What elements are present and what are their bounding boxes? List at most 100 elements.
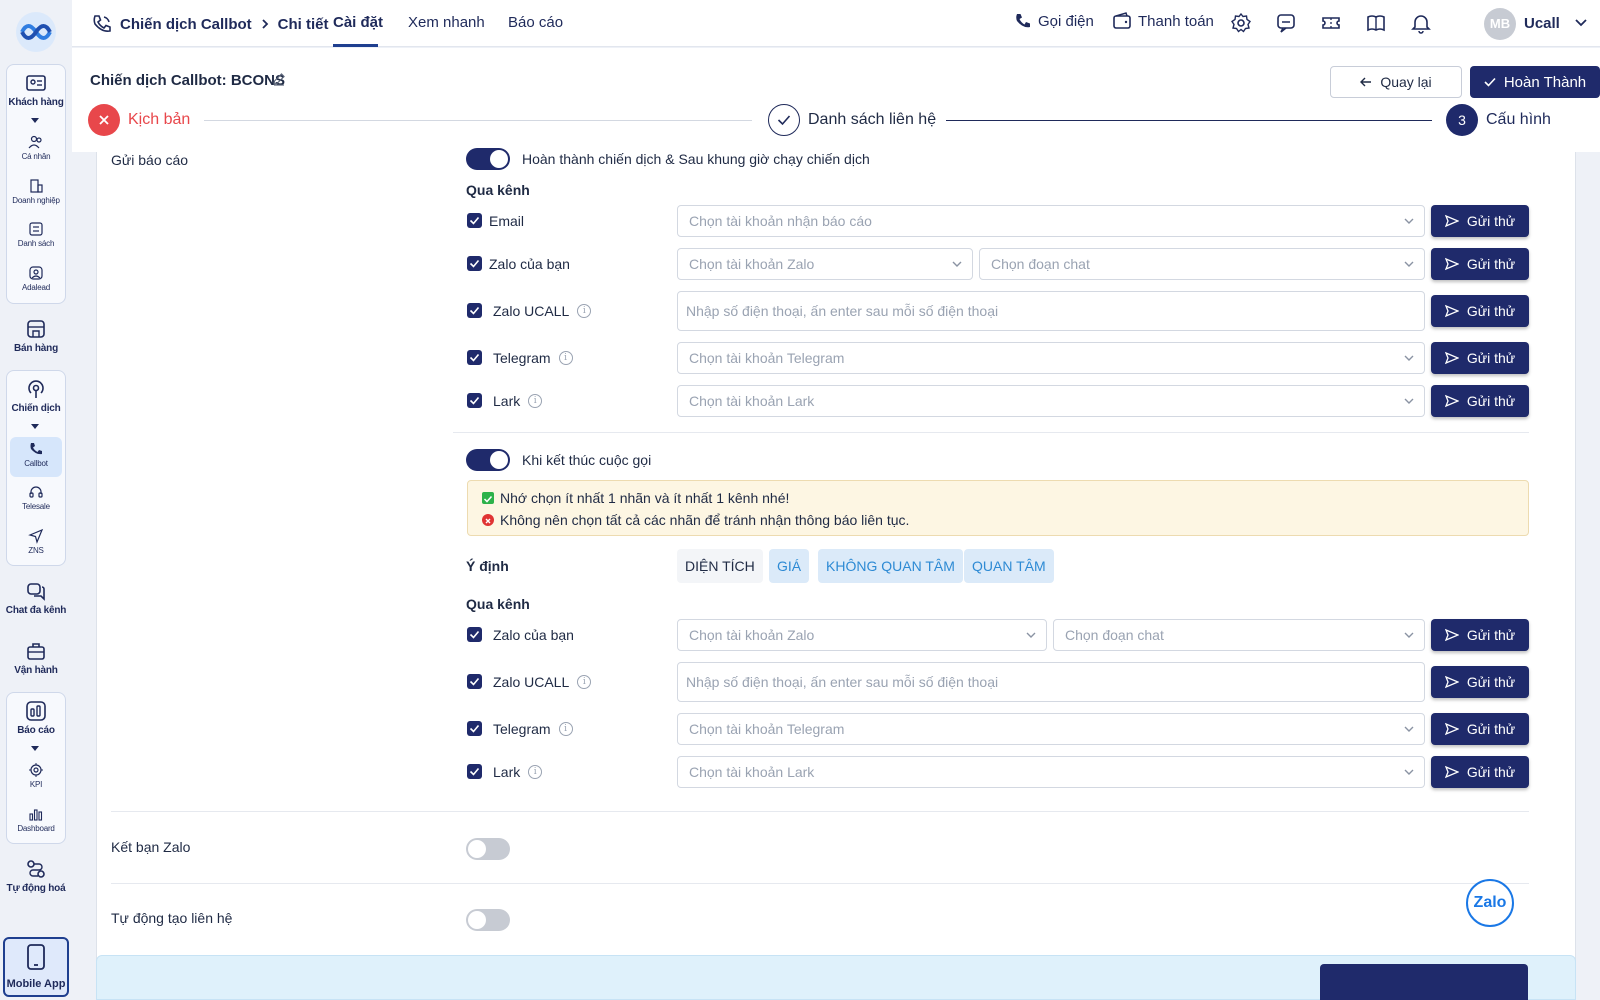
phone-call-icon <box>93 15 111 33</box>
intent-tag[interactable]: QUAN TÂM <box>964 549 1054 583</box>
gear-icon[interactable] <box>1230 12 1252 34</box>
sidebar-item-mobile-app[interactable]: Mobile App <box>3 937 69 997</box>
lark-send-test-button[interactable]: Gửi thử <box>1431 385 1529 417</box>
telegram-account-select[interactable]: Chọn tài khoản Telegram <box>677 713 1425 745</box>
input-placeholder: Nhập số điện thoại, ấn enter sau mỗi số … <box>686 674 999 690</box>
next-section-button[interactable] <box>1320 964 1528 1000</box>
ucall-logo-icon[interactable] <box>14 10 58 54</box>
breadcrumb-campaign-link[interactable]: Chiến dịch Callbot <box>120 16 252 33</box>
check-icon <box>1484 77 1496 87</box>
ticket-icon[interactable] <box>1320 12 1342 34</box>
sidebar-item-kpi[interactable]: KPI <box>0 762 72 789</box>
telegram-checkbox[interactable] <box>467 350 482 365</box>
chevron-down-icon[interactable] <box>31 746 39 751</box>
sidebar-item-individual[interactable]: Cá nhân <box>0 134 72 161</box>
sidebar-item-campaign[interactable]: Chiến dịch <box>0 378 72 414</box>
breadcrumb-current: Chi tiết <box>277 15 329 33</box>
zalo-own-checkbox[interactable] <box>467 256 482 271</box>
sidebar-item-zns[interactable]: ZNS <box>0 528 72 555</box>
info-icon[interactable]: i <box>558 722 573 736</box>
zalo-ucall-send-test-button[interactable]: Gửi thử <box>1431 295 1529 327</box>
zalo-chat-widget[interactable]: Zalo <box>1466 879 1514 927</box>
info-icon[interactable]: i <box>558 351 573 365</box>
sidebar-item-dashboard[interactable]: Dashboard <box>0 806 72 833</box>
zalo-own-send-test-button[interactable]: Gửi thử <box>1431 619 1529 651</box>
lark-send-test-button[interactable]: Gửi thử <box>1431 756 1529 788</box>
sidebar-item-adalead[interactable]: Adalead <box>0 265 72 292</box>
payment-button[interactable]: Thanh toán <box>1112 12 1214 30</box>
email-send-test-button[interactable]: Gửi thử <box>1431 205 1529 237</box>
intent-tag[interactable]: DIỆN TÍCH <box>677 549 763 583</box>
call-end-toggle[interactable] <box>466 449 510 471</box>
zalo-account-select[interactable]: Chọn tài khoản Zalo <box>677 619 1047 651</box>
sidebar-item-omnichat[interactable]: Chat đa kênh <box>0 580 72 616</box>
pencil-icon[interactable] <box>272 72 286 86</box>
step-config[interactable]: 3 Cấu hình <box>1446 104 1551 136</box>
select-placeholder: Chọn tài khoản Telegram <box>689 350 845 366</box>
send-report-label: Gửi báo cáo <box>111 152 189 168</box>
info-icon[interactable]: i <box>528 765 543 779</box>
back-button[interactable]: Quay lại <box>1330 66 1462 98</box>
page-title: Chiến dịch Callbot: BCONS <box>90 72 285 89</box>
telegram-account-select[interactable]: Chọn tài khoản Telegram <box>677 342 1425 374</box>
intent-tag[interactable]: GIÁ <box>769 549 810 583</box>
tab-reports[interactable]: Báo cáo <box>508 14 563 31</box>
tab-quick-view[interactable]: Xem nhanh <box>408 14 485 31</box>
tab-settings[interactable]: Cài đặt <box>333 14 383 31</box>
zalo-chat-select[interactable]: Chọn đoạn chat <box>1053 619 1425 651</box>
sidebar-item-reports[interactable]: Báo cáo <box>0 700 72 736</box>
zalo-own-send-test-button[interactable]: Gửi thử <box>1431 248 1529 280</box>
sidebar-item-business[interactable]: Doanh nghiệp <box>0 178 72 205</box>
email-checkbox[interactable] <box>467 213 482 228</box>
info-icon[interactable]: i <box>577 304 592 318</box>
message-icon[interactable] <box>1275 12 1297 34</box>
zalo-ucall-checkbox[interactable] <box>467 674 482 689</box>
chevron-down-icon[interactable] <box>31 118 39 123</box>
sidebar-item-operations[interactable]: Vận hành <box>0 640 72 676</box>
step-contacts[interactable]: Danh sách liên hệ <box>768 104 936 136</box>
zalo-friend-toggle[interactable] <box>466 838 510 860</box>
select-placeholder: Chọn tài khoản Telegram <box>689 721 845 737</box>
report-finish-toggle[interactable] <box>466 148 510 170</box>
username[interactable]: Ucall <box>1524 15 1560 32</box>
zalo-ucall-send-test-button[interactable]: Gửi thử <box>1431 666 1529 698</box>
chevron-down-icon[interactable] <box>1574 18 1588 28</box>
email-account-select[interactable]: Chọn tài khoản nhận báo cáo <box>677 205 1425 237</box>
zalo-ucall-checkbox[interactable] <box>467 303 482 318</box>
broadcast-icon <box>28 380 44 398</box>
info-icon[interactable]: i <box>577 675 592 689</box>
sidebar-item-telesale[interactable]: Telesale <box>0 484 72 511</box>
telegram-checkbox[interactable] <box>467 721 482 736</box>
sidebar-item-sales[interactable]: Bán hàng <box>0 318 72 354</box>
contact-card-icon <box>26 75 46 91</box>
zalo-ucall-phone-input[interactable]: Nhập số điện thoại, ấn enter sau mỗi số … <box>677 662 1425 702</box>
zalo-chat-select[interactable]: Chọn đoạn chat <box>979 248 1425 280</box>
lark-checkbox[interactable] <box>467 393 482 408</box>
auto-contact-toggle[interactable] <box>466 909 510 931</box>
book-icon[interactable] <box>1365 12 1387 34</box>
telegram-send-test-button[interactable]: Gửi thử <box>1431 713 1529 745</box>
sidebar-item-customers[interactable]: Khách hàng <box>0 72 72 108</box>
step-script[interactable]: Kịch bản <box>88 104 190 136</box>
finish-button[interactable]: Hoàn Thành <box>1470 66 1600 98</box>
zalo-own-checkbox[interactable] <box>467 627 482 642</box>
bell-icon[interactable] <box>1410 12 1432 34</box>
sidebar-item-automation[interactable]: Tự động hoá <box>0 858 72 894</box>
info-icon[interactable]: i <box>528 394 543 408</box>
sidebar-item-callbot[interactable]: Callbot <box>0 441 72 468</box>
check-icon <box>777 115 791 126</box>
avatar[interactable]: MB <box>1484 8 1516 40</box>
zalo-account-select[interactable]: Chọn tài khoản Zalo <box>677 248 973 280</box>
sidebar-item-list[interactable]: Danh sách <box>0 221 72 248</box>
chevron-down-icon[interactable] <box>31 424 39 429</box>
report-finish-label: Hoàn thành chiến dịch & Sau khung giờ ch… <box>522 151 870 167</box>
lark-account-select[interactable]: Chọn tài khoản Lark <box>677 385 1425 417</box>
lark-account-select[interactable]: Chọn tài khoản Lark <box>677 756 1425 788</box>
email-label: Email <box>489 213 524 229</box>
call-button[interactable]: Gọi điện <box>1014 12 1094 30</box>
lark-checkbox[interactable] <box>467 764 482 779</box>
intent-tag[interactable]: KHÔNG QUAN TÂM <box>818 549 963 583</box>
channel-name: Zalo UCALL <box>493 303 570 319</box>
telegram-send-test-button[interactable]: Gửi thử <box>1431 342 1529 374</box>
zalo-ucall-phone-input[interactable]: Nhập số điện thoại, ấn enter sau mỗi số … <box>677 291 1425 331</box>
